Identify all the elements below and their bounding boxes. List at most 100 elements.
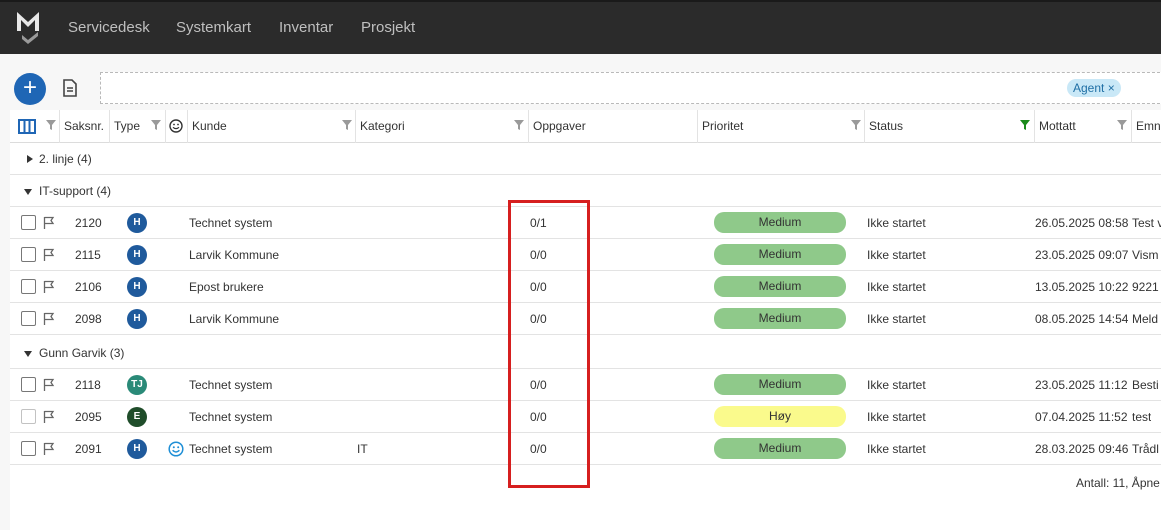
active-filter-icon[interactable] [1020, 120, 1030, 130]
row-checkbox[interactable] [21, 279, 36, 294]
type-avatar: H [127, 213, 147, 233]
customer-name: Technet system [189, 378, 273, 392]
received-date: 23.05.2025 11:12 [1035, 378, 1128, 392]
ticket-number[interactable]: 2115 [75, 239, 101, 271]
row-checkbox[interactable] [21, 311, 36, 326]
nav-systemkart[interactable]: Systemkart [176, 19, 251, 36]
flag-icon[interactable] [43, 378, 55, 392]
subject-text: 9221 [1132, 280, 1159, 294]
column-sentiment[interactable] [166, 110, 188, 143]
smiley-icon [169, 119, 183, 133]
filter-icon[interactable] [46, 120, 56, 130]
ticket-number[interactable]: 2095 [75, 401, 102, 433]
column-emne-label: Emne [1136, 119, 1161, 133]
type-avatar: H [127, 439, 147, 459]
caret-right-icon[interactable] [27, 155, 33, 163]
column-status-label: Status [869, 119, 904, 133]
column-prioritet[interactable]: Prioritet [698, 110, 865, 143]
caret-down-icon[interactable] [24, 351, 32, 357]
add-ticket-button[interactable]: + [14, 73, 46, 105]
received-date: 13.05.2025 10:22 [1035, 280, 1129, 294]
column-kunde[interactable]: Kunde [188, 110, 356, 143]
filter-icon[interactable] [342, 120, 352, 130]
row-checkbox[interactable] [21, 441, 36, 456]
priority-badge: Medium [714, 438, 846, 459]
subject-text: Meld [1132, 312, 1159, 326]
type-avatar: H [127, 309, 147, 329]
happy-smiley-icon [168, 441, 184, 457]
type-avatar: E [127, 407, 147, 427]
flag-icon[interactable] [43, 248, 55, 262]
agent-filter-label: Agent [1073, 81, 1105, 95]
subject-text: test [1132, 410, 1152, 424]
group-row[interactable]: 2. linje (4) [10, 143, 1161, 175]
subject-text: Trådl [1132, 442, 1159, 456]
column-oppgaver-label: Oppgaver [533, 119, 586, 133]
caret-down-icon[interactable] [24, 189, 32, 195]
row-checkbox[interactable] [21, 215, 36, 230]
top-navigation-bar: Servicedesk Systemkart Inventar Prosjekt [0, 0, 1161, 54]
column-type[interactable]: Type [110, 110, 166, 143]
status-text: Ikke startet [867, 216, 926, 230]
chip-close-icon[interactable]: × [1108, 81, 1115, 95]
customer-name: Technet system [189, 442, 273, 456]
column-saksnr-label: Saksnr. [64, 119, 105, 133]
customer-name: Epost brukere [189, 280, 264, 294]
status-text: Ikke startet [867, 248, 926, 262]
grid-footer-count: Antall: 11, Åpne s [1076, 476, 1161, 490]
columns-icon[interactable] [18, 119, 36, 134]
column-status[interactable]: Status [865, 110, 1035, 143]
customer-name: Technet system [189, 410, 273, 424]
row-checkbox[interactable] [21, 409, 36, 424]
toolbar: + Agent × [0, 54, 1161, 110]
status-text: Ikke startet [867, 378, 926, 392]
app-logo-icon[interactable] [14, 9, 44, 47]
flag-icon[interactable] [43, 410, 55, 424]
column-mottatt[interactable]: Mottatt [1035, 110, 1132, 143]
row-checkbox[interactable] [21, 377, 36, 392]
filter-search-box[interactable]: Agent × [100, 72, 1161, 104]
flag-icon[interactable] [43, 442, 55, 456]
ticket-number[interactable]: 2106 [75, 271, 102, 303]
column-mottatt-label: Mottatt [1039, 119, 1076, 133]
ticket-number[interactable]: 2091 [75, 433, 102, 465]
column-kategori-label: Kategori [360, 119, 405, 133]
nav-inventar[interactable]: Inventar [279, 19, 333, 36]
status-text: Ikke startet [867, 410, 926, 424]
flag-icon[interactable] [43, 280, 55, 294]
nav-servicedesk[interactable]: Servicedesk [68, 19, 150, 36]
nav-prosjekt[interactable]: Prosjekt [361, 19, 415, 36]
received-date: 23.05.2025 09:07 [1035, 248, 1129, 262]
filter-icon[interactable] [151, 120, 161, 130]
filter-icon[interactable] [514, 120, 524, 130]
status-text: Ikke startet [867, 312, 926, 326]
group-label: 2. linje (4) [39, 152, 92, 166]
column-emne[interactable]: Emne [1132, 110, 1161, 143]
ticket-number[interactable]: 2118 [75, 369, 101, 401]
customer-name: Larvik Kommune [189, 248, 280, 262]
type-avatar: H [127, 245, 147, 265]
priority-badge: Medium [714, 374, 846, 395]
flag-icon[interactable] [43, 312, 55, 326]
grid-header: Saksnr. Type Kunde Kategori Oppgaver Pri… [10, 110, 1161, 143]
received-date: 07.04.2025 11:52 [1035, 410, 1128, 424]
column-kunde-label: Kunde [192, 119, 227, 133]
ticket-number[interactable]: 2098 [75, 303, 102, 335]
subject-text: Vism [1132, 248, 1159, 262]
type-avatar: H [127, 277, 147, 297]
column-kategori[interactable]: Kategori [356, 110, 529, 143]
agent-filter-chip[interactable]: Agent × [1067, 79, 1121, 97]
filter-icon[interactable] [1117, 120, 1127, 130]
filter-icon[interactable] [851, 120, 861, 130]
column-saksnr[interactable]: Saksnr. [60, 110, 110, 143]
flag-icon[interactable] [43, 216, 55, 230]
type-avatar: TJ [127, 375, 147, 395]
column-oppgaver[interactable]: Oppgaver [529, 110, 698, 143]
priority-badge: Medium [714, 212, 846, 233]
ticket-number[interactable]: 2120 [75, 207, 102, 239]
row-checkbox[interactable] [21, 247, 36, 262]
status-text: Ikke startet [867, 280, 926, 294]
highlight-box [508, 200, 590, 488]
document-icon[interactable] [62, 79, 78, 97]
received-date: 28.03.2025 09:46 [1035, 442, 1129, 456]
